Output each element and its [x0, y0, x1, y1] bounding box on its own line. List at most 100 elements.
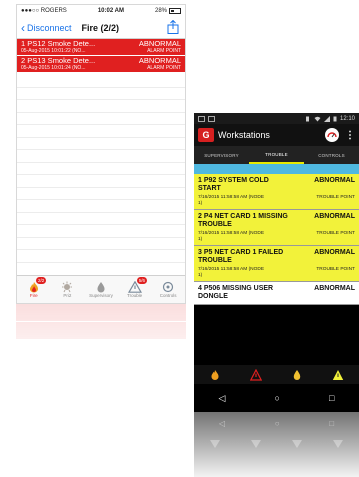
tab-label: Supervisory	[89, 293, 113, 298]
tab-trouble[interactable]: 5/6 Trouble	[118, 276, 152, 303]
reflection-nav: ◁ ○ □	[194, 412, 359, 434]
tab-label: Trouble	[127, 293, 143, 298]
trouble-list: 1 P92 SYSTEM COLD START ABNORMAL 7/16/20…	[194, 174, 359, 305]
android-status-bar: 12:10	[194, 113, 359, 124]
empty-row	[17, 100, 185, 113]
home-button[interactable]: ○	[275, 393, 280, 403]
signal-icon	[323, 115, 330, 122]
android-nav-bar: ◁ ○ □	[194, 384, 359, 412]
iphone-screen: ●●●○○ ROGERS 10:02 AM 28% ‹ Disconnect F…	[16, 4, 186, 304]
iphone-reflection	[16, 304, 186, 374]
trouble-timestamp: 7/16/2015 11:58:58 AM (NODE 1)	[198, 195, 265, 206]
android-reflection: ◁ ○ □	[194, 412, 359, 477]
alarm-name: 1 PS12 Smoke Dete...	[21, 39, 96, 48]
trouble-list-item[interactable]: 2 P4 NET CARD 1 MISSING TROUBLE ABNORMAL…	[194, 210, 359, 246]
page-title: Fire (2/2)	[81, 22, 120, 33]
status-time: 10:02 AM	[97, 8, 124, 14]
tab-trouble[interactable]: TROUBLE	[249, 146, 304, 164]
carrier-label: ●●●○○ ROGERS	[21, 8, 67, 14]
trouble-list-item[interactable]: 4 P506 MISSING USER DONGLE ABNORMAL	[194, 282, 359, 305]
trouble-list-item[interactable]: 1 P92 SYSTEM COLD START ABNORMAL 7/16/20…	[194, 174, 359, 210]
trouble-name: 2 P4 NET CARD 1 MISSING TROUBLE	[198, 213, 288, 228]
alarm-list-item[interactable]: 2 PS13 Smoke Dete... ABNORMAL 05-Aug-201…	[17, 56, 185, 73]
android-tab-bar: SUPERVISORY TROUBLE CONTROLS	[194, 146, 359, 164]
reflection-triangle-icon	[333, 440, 344, 448]
trouble-name: 4 P506 MISSING USER DONGLE	[198, 285, 274, 300]
empty-row	[17, 88, 185, 100]
alarm-status: ABNORMAL	[138, 56, 181, 65]
notification-icons	[198, 115, 215, 122]
section-strip	[194, 164, 359, 174]
disconnect-button[interactable]: ‹ Disconnect	[21, 22, 72, 34]
gauge-icon[interactable]	[325, 128, 339, 142]
tab-fire[interactable]: 2/2 Fire	[17, 276, 51, 303]
android-screen: 12:10 G Workstations ⋮ SUPERVISORY TROUB…	[194, 113, 359, 412]
android-app-bar: G Workstations ⋮	[194, 124, 359, 146]
reflection-home-icon: ○	[274, 418, 280, 428]
tab-supervisory[interactable]: Supervisory	[84, 276, 118, 303]
reflection-row	[16, 322, 186, 339]
disconnect-label: Disconnect	[27, 22, 72, 33]
tab-label: Pri2	[63, 293, 72, 298]
warning-icon[interactable]	[249, 369, 262, 381]
back-button[interactable]: ◁	[219, 393, 226, 404]
alarm-list-item[interactable]: 1 PS12 Smoke Dete... ABNORMAL 05-Aug-201…	[17, 39, 185, 56]
trouble-type: TROUBLE POINT	[316, 267, 355, 272]
tab-controls[interactable]: CONTROLS	[304, 146, 359, 164]
supervisory-icon[interactable]	[291, 369, 303, 381]
tab-controls[interactable]: Controls	[151, 276, 185, 303]
fire-icon[interactable]	[209, 369, 221, 381]
trouble-status: ABNORMAL	[314, 177, 355, 184]
empty-row	[17, 175, 185, 188]
tab-label: Controls	[159, 293, 177, 298]
trouble-timestamp: 7/16/2015 11:58:58 AM (NODE 1)	[198, 231, 265, 242]
recent-apps-button[interactable]: □	[329, 393, 334, 403]
ios-tab-bar: 2/2 Fire Pri2 Supervisory 5/6 Trouble Co…	[17, 275, 185, 303]
tab-supervisory[interactable]: SUPERVISORY	[194, 146, 249, 164]
empty-row	[17, 238, 185, 250]
battery-percent: 28%	[154, 8, 167, 14]
trouble-status: ABNORMAL	[314, 285, 355, 292]
empty-row	[17, 125, 185, 138]
trouble-list-item[interactable]: 3 P5 NET CARD 1 FAILED TROUBLE ABNORMAL …	[194, 246, 359, 282]
tab-badge: 2/2	[36, 277, 47, 284]
trouble-type: TROUBLE POINT	[316, 231, 355, 236]
supervisory-icon	[97, 282, 105, 293]
reflection-row	[16, 304, 186, 321]
trouble-type: TROUBLE POINT	[316, 195, 355, 200]
empty-row	[17, 113, 185, 125]
chevron-left-icon: ‹	[21, 20, 25, 35]
wifi-icon	[314, 116, 321, 121]
app-logo[interactable]: G	[198, 128, 214, 142]
empty-row	[17, 188, 185, 200]
alarm-status: ABNORMAL	[138, 39, 181, 48]
battery-icon	[333, 116, 337, 121]
reflection-drop-icon	[292, 440, 303, 448]
empty-row	[17, 200, 185, 213]
empty-list-area	[17, 75, 185, 275]
android-category-bar	[194, 365, 359, 385]
share-icon[interactable]	[167, 20, 179, 34]
tab-pri2[interactable]: Pri2	[51, 276, 85, 303]
overflow-menu-icon[interactable]: ⋮	[345, 130, 355, 141]
ios-status-bar: ●●●○○ ROGERS 10:02 AM 28%	[17, 5, 185, 17]
tab-label: Fire	[29, 293, 38, 298]
reflection-recent-icon: □	[329, 418, 335, 428]
tab-badge: 5/6	[136, 277, 148, 284]
image-icon	[198, 115, 205, 122]
empty-row	[17, 163, 185, 175]
trouble-icon[interactable]	[332, 369, 344, 381]
trouble-timestamp: 7/16/2015 11:58:58 AM (NODE 1)	[198, 267, 265, 278]
alarm-type: ALARM POINT	[147, 48, 181, 54]
system-icons: 12:10	[304, 115, 355, 122]
controls-icon	[163, 281, 174, 293]
image-icon	[208, 115, 215, 122]
empty-row	[17, 138, 185, 150]
ios-nav-bar: ‹ Disconnect Fire (2/2)	[17, 17, 185, 39]
empty-row	[17, 225, 185, 238]
alarm-type: ALARM POINT	[147, 65, 181, 71]
reflection-triangle-icon	[250, 440, 261, 448]
status-time: 12:10	[339, 115, 355, 122]
battery-icon	[169, 8, 181, 14]
empty-row	[17, 250, 185, 263]
